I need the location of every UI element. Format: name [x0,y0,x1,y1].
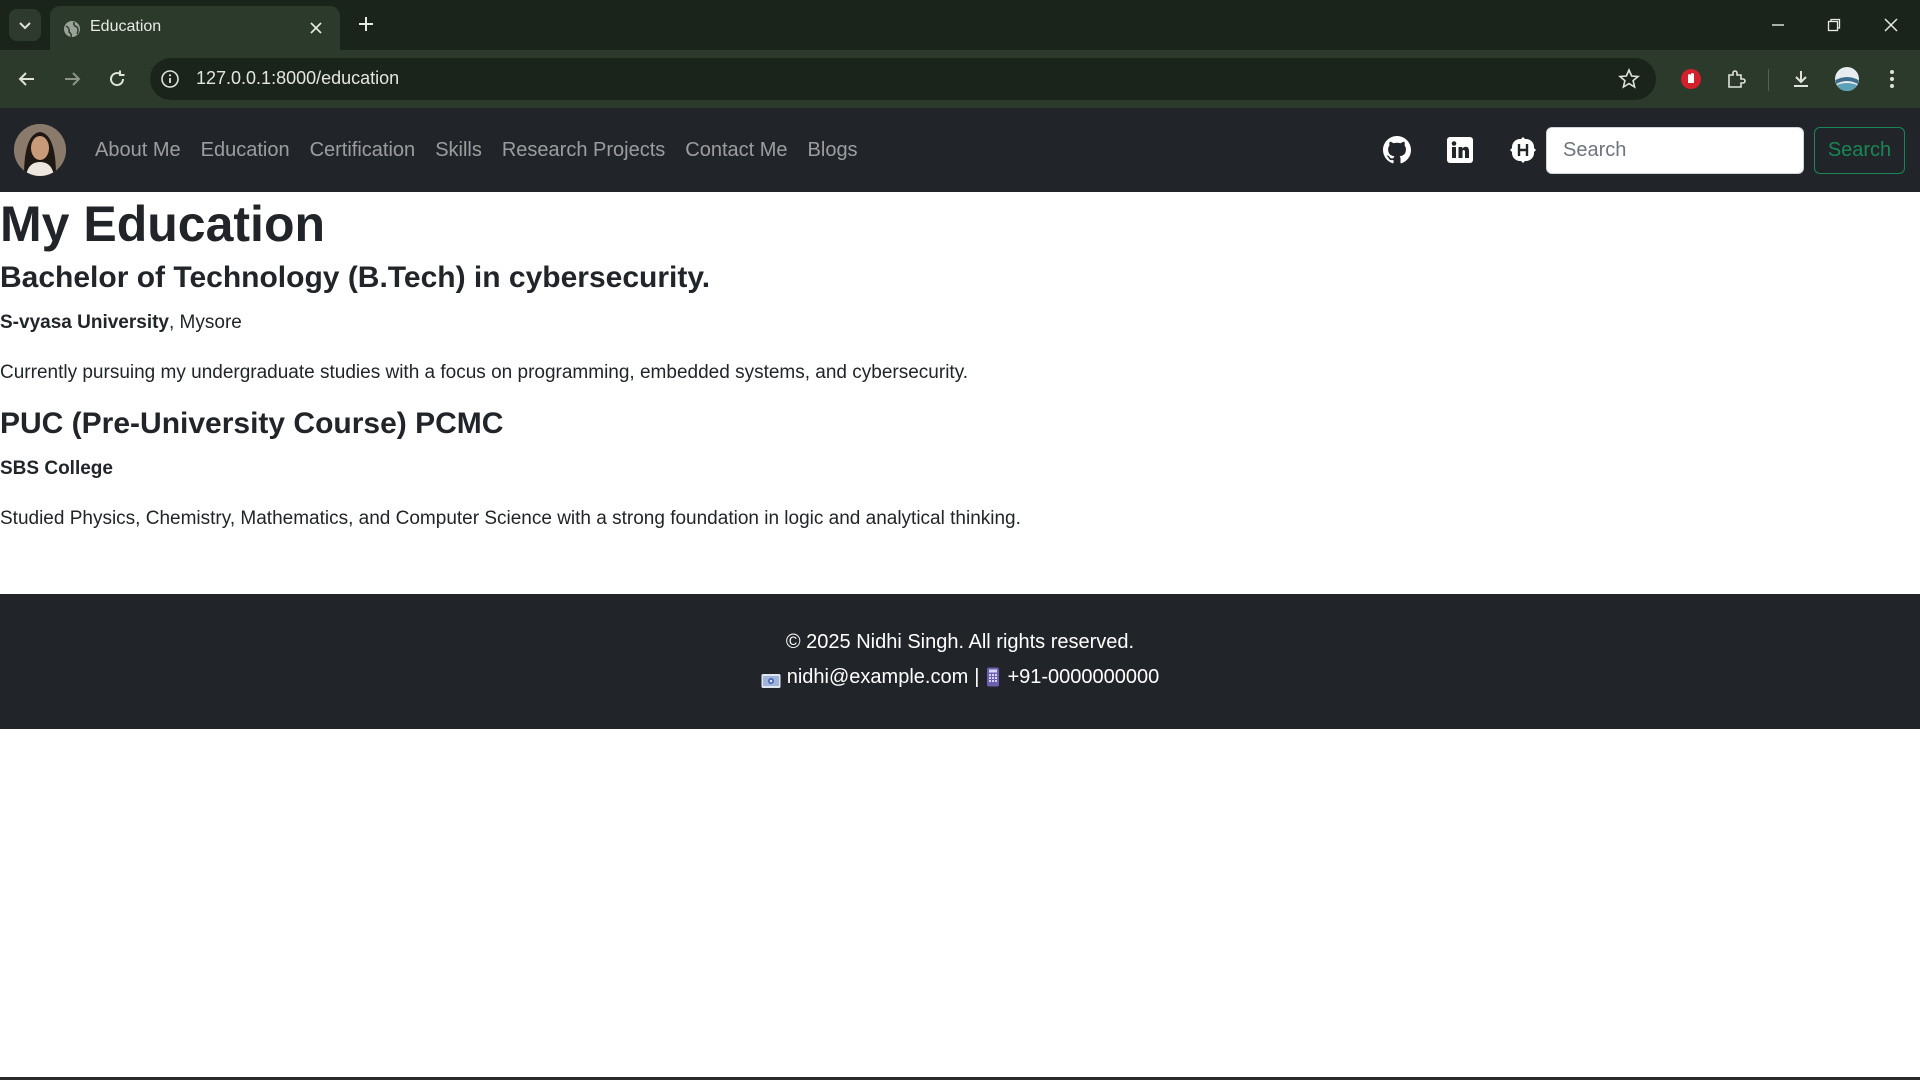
plus-icon [359,17,373,31]
download-icon [1794,71,1808,87]
minimize-button[interactable] [1765,12,1791,38]
browser-tab-education[interactable]: Education [50,6,340,50]
school-location-1: , Mysore [169,312,242,333]
education-degree-1: Bachelor of Technology (B.Tech) in cyber… [0,261,711,294]
restore-icon [1827,18,1841,32]
nav-link-contact-me[interactable]: Contact Me [675,139,797,162]
school-name-1: S-vyasa University [0,312,169,333]
avatar-icon [1835,67,1859,91]
more-vertical-icon [1890,70,1894,88]
forward-button[interactable] [58,65,86,93]
tab-search-button[interactable] [9,9,41,41]
education-description-2: Studied Physics, Chemistry, Mathematics,… [0,508,1021,529]
close-icon [310,22,322,34]
arrow-right-icon [65,72,81,86]
back-button[interactable] [13,65,41,93]
info-icon [161,70,179,88]
github-link[interactable] [1382,135,1412,165]
site-search-button[interactable]: Search [1814,127,1905,174]
extension-button[interactable] [1677,65,1705,93]
school-name-2: SBS College [0,458,113,479]
tab-close-button[interactable] [306,18,326,38]
site-footer: © 2025 Nidhi Singh. All rights reserved.… [0,594,1920,729]
nav-link-skills[interactable]: Skills [425,139,492,162]
email-icon [761,669,781,688]
hashnode-icon [1510,137,1536,163]
nav-link-research-projects[interactable]: Research Projects [492,139,675,162]
globe-icon [64,21,80,38]
nav-links: About Me Education Certification Skills … [85,108,868,192]
education-description-1: Currently pursuing my undergraduate stud… [0,362,969,383]
puzzle-icon [1728,70,1746,88]
shield-extension-icon [1681,69,1701,89]
new-tab-button[interactable] [355,13,377,35]
reload-icon [110,70,125,87]
browser-tab-strip: Education [0,0,1920,50]
arrow-left-icon [18,72,34,86]
profile-avatar[interactable] [14,124,66,176]
footer-copyright: © 2025 Nidhi Singh. All rights reserved. [785,631,1135,653]
restore-button[interactable] [1821,12,1847,38]
toolbar-separator [1768,69,1769,91]
nav-link-certification[interactable]: Certification [300,139,426,162]
education-degree-2: PUC (Pre-University Course) PCMC [0,407,504,440]
footer-phone[interactable]: +91-0000000000 [1007,663,1159,691]
close-window-button[interactable] [1878,12,1904,38]
profile-button[interactable] [1833,65,1861,93]
phone-icon [985,667,1001,687]
education-school-1: S-vyasa University, Mysore [0,310,242,336]
close-icon [1884,18,1898,32]
chevron-down-icon [19,22,31,30]
footer-separator: | [974,666,980,688]
footer-contact: nidhi@example.com | +91-0000000000 [0,663,1920,691]
address-bar[interactable]: 127.0.0.1:8000/education [150,58,1656,100]
downloads-button[interactable] [1787,65,1815,93]
browser-menu-button[interactable] [1878,65,1906,93]
footer-email[interactable]: nidhi@example.com [787,663,969,691]
bookmark-star-icon[interactable] [1618,68,1640,90]
site-search-input[interactable] [1546,127,1804,174]
nav-link-about-me[interactable]: About Me [85,139,191,162]
hashnode-link[interactable] [1508,135,1538,165]
nav-link-blogs[interactable]: Blogs [798,139,868,162]
github-icon [1383,136,1411,164]
url-text: 127.0.0.1:8000/education [196,68,400,88]
extensions-menu-button[interactable] [1722,65,1750,93]
site-navbar: About Me Education Certification Skills … [0,108,1920,192]
page-title: My Education [0,196,326,252]
minimize-icon [1772,24,1784,26]
nav-link-education[interactable]: Education [191,139,300,162]
tab-title: Education [90,18,162,35]
linkedin-icon [1447,137,1473,163]
browser-toolbar: 127.0.0.1:8000/education [0,50,1920,108]
reload-button[interactable] [103,65,131,93]
linkedin-link[interactable] [1445,135,1475,165]
education-school-2: SBS College [0,456,113,482]
profile-photo-icon [14,124,66,176]
